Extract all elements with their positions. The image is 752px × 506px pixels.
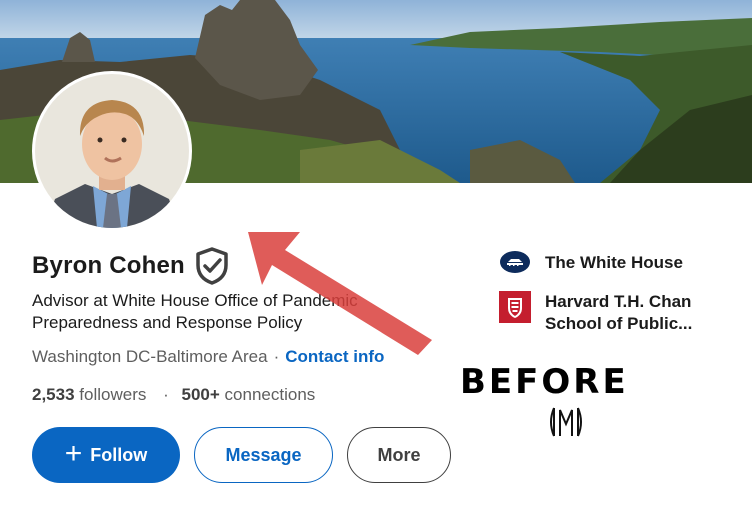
message-button[interactable]: Message — [194, 427, 333, 483]
org-name: The White House — [545, 253, 683, 272]
plus-icon: + — [64, 436, 83, 470]
message-label: Message — [225, 444, 302, 465]
before-caption: BEFORE — [460, 362, 629, 402]
location-separator: · — [273, 347, 280, 366]
followers-count: 2,533 — [32, 385, 75, 404]
follow-button[interactable]: + Follow — [32, 427, 180, 483]
follow-label: Follow — [90, 444, 148, 465]
monogram-icon — [546, 402, 586, 442]
org-white-house[interactable]: The White House — [499, 250, 683, 279]
more-button[interactable]: More — [347, 427, 451, 483]
more-label: More — [377, 444, 421, 465]
network-stats: 2,533 followers · 500+ connections — [32, 385, 315, 405]
harvard-shield-logo — [499, 291, 531, 328]
profile-headline: Advisor at White House Office of Pandemi… — [32, 291, 358, 332]
followers-label[interactable]: followers — [79, 385, 146, 404]
stats-separator: · — [163, 385, 169, 404]
org-name: Harvard T.H. Chan School of Public... — [545, 292, 693, 333]
connections-count: 500+ — [181, 385, 220, 404]
shield-check-icon[interactable] — [195, 247, 229, 285]
location-text: Washington DC-Baltimore Area — [32, 347, 268, 366]
white-house-logo — [499, 250, 531, 279]
profile-name: Byron Cohen — [32, 252, 185, 279]
location-row: Washington DC-Baltimore Area · Contact inf… — [32, 347, 384, 367]
contact-info-link[interactable]: Contact info — [285, 347, 384, 366]
connections-label[interactable]: connections — [225, 385, 316, 404]
profile-photo[interactable] — [32, 71, 192, 231]
org-harvard[interactable]: Harvard T.H. Chan School of Public... — [499, 291, 720, 335]
